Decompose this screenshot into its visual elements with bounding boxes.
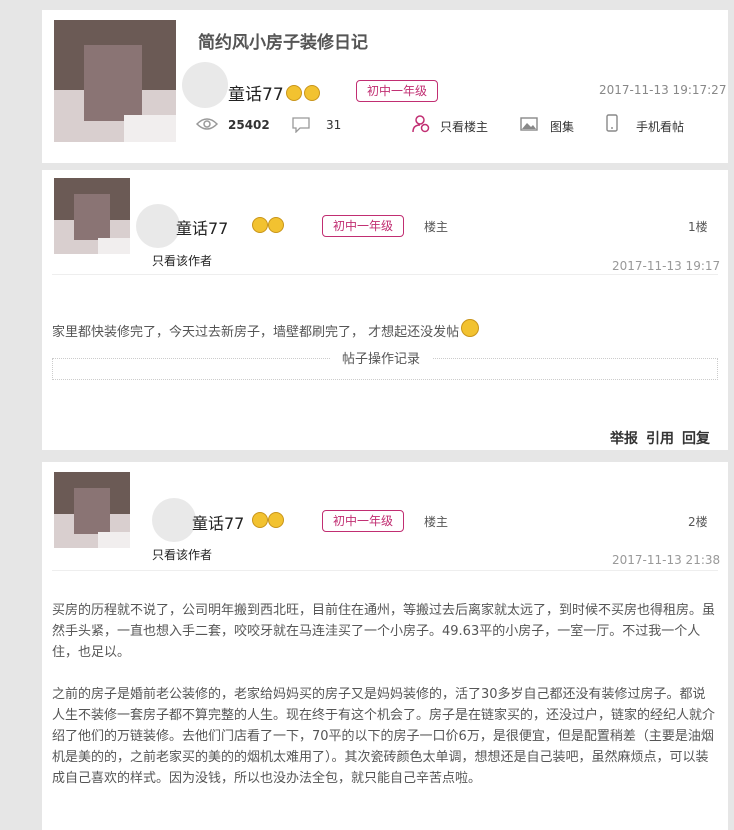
post-author-name[interactable]: 童话77 <box>192 510 244 534</box>
mobile-link[interactable]: 手机看帖 <box>636 118 684 135</box>
views-count: 25402 <box>228 118 270 132</box>
reply-button[interactable]: 回复 <box>682 428 710 448</box>
emoji-icon <box>268 512 284 528</box>
post-content: 家里都快装修完了，今天过去新房子，墙壁都刷完了， 才想起还没发帖 <box>52 318 718 343</box>
post-time: 2017-11-13 21:38 <box>612 553 721 567</box>
thread-author-name[interactable]: 童话77 <box>228 80 320 105</box>
thread-header: 简约风小房子装修日记 童话77 初中一年级 2017-11-13 19:17:2… <box>42 10 728 163</box>
content-paragraph: 买房的历程就不说了，公司明年搬到西北旺，目前住在通州，等搬过去后离家就太远了，到… <box>52 603 716 660</box>
only-author-link[interactable]: 只看该作者 <box>152 252 212 269</box>
thread-author-avatar[interactable] <box>54 20 176 142</box>
only-author-link[interactable]: 只看该作者 <box>152 546 212 563</box>
emoji-icon <box>252 512 268 528</box>
emoji-icon <box>285 85 302 101</box>
post-content: 买房的历程就不说了，公司明年搬到西北旺，目前住在通州，等搬过去后离家就太远了，到… <box>52 600 718 789</box>
content-paragraph: 家里都快装修完了，今天过去新房子，墙壁都刷完了， 才想起还没发帖 <box>52 325 460 340</box>
emoji-icon <box>303 85 320 101</box>
phone-icon[interactable] <box>606 114 618 132</box>
author-avatar-blur <box>152 498 196 542</box>
avatar-pointer <box>76 258 108 268</box>
post-author-avatar[interactable] <box>54 472 130 548</box>
user-filter-icon[interactable] <box>412 115 430 133</box>
author-name-text: 童话77 <box>176 219 229 238</box>
post-floor-1: 童话77 初中一年级 楼主 1楼 只看该作者 2017-11-13 19:17 … <box>42 170 728 450</box>
author-name-text: 童话77 <box>192 514 245 533</box>
eye-icon <box>196 118 218 130</box>
post-time: 2017-11-13 19:17 <box>612 259 721 273</box>
thread-datetime: 2017-11-13 19:17:27 <box>599 83 727 97</box>
emoji-icon <box>461 319 480 337</box>
floor-number: 2楼 <box>688 515 708 529</box>
post-author-avatar[interactable] <box>54 178 130 254</box>
content-paragraph: 之前的房子是婚前老公装修的，老家给妈妈买的房子又是妈妈装修的，活了30多岁自己都… <box>52 687 716 786</box>
avatar-pointer <box>76 552 108 562</box>
level-badge: 初中一年级 <box>356 80 439 102</box>
divider <box>52 570 718 571</box>
emoji-icon <box>268 217 284 233</box>
author-name-text: 童话77 <box>228 85 284 105</box>
page: 简约风小房子装修日记 童话77 初中一年级 2017-11-13 19:17:2… <box>0 0 734 830</box>
post-floor-2: 童话77 初中一年级 楼主 2楼 只看该作者 2017-11-13 21:38 … <box>42 462 728 830</box>
record-label[interactable]: 帖子操作记录 <box>330 348 433 367</box>
level-badge: 初中一年级 <box>322 510 405 532</box>
author-avatar-blur <box>136 204 180 248</box>
author-avatar-blur <box>182 62 228 108</box>
quote-button[interactable]: 引用 <box>646 428 674 448</box>
comment-icon <box>292 117 310 133</box>
post-author-name[interactable]: 童话77 <box>176 215 228 239</box>
only-op-link[interactable]: 只看楼主 <box>440 118 488 135</box>
thread-title: 简约风小房子装修日记 <box>198 33 368 53</box>
role-label: 楼主 <box>424 220 449 234</box>
image-icon[interactable] <box>520 117 538 131</box>
emoji-icon <box>252 217 268 233</box>
gallery-link[interactable]: 图集 <box>550 118 574 135</box>
level-badge: 初中一年级 <box>322 215 405 237</box>
replies-count: 31 <box>326 118 342 132</box>
role-label: 楼主 <box>424 515 449 529</box>
divider <box>52 274 718 275</box>
report-button[interactable]: 举报 <box>610 428 638 448</box>
floor-number: 1楼 <box>688 220 708 234</box>
